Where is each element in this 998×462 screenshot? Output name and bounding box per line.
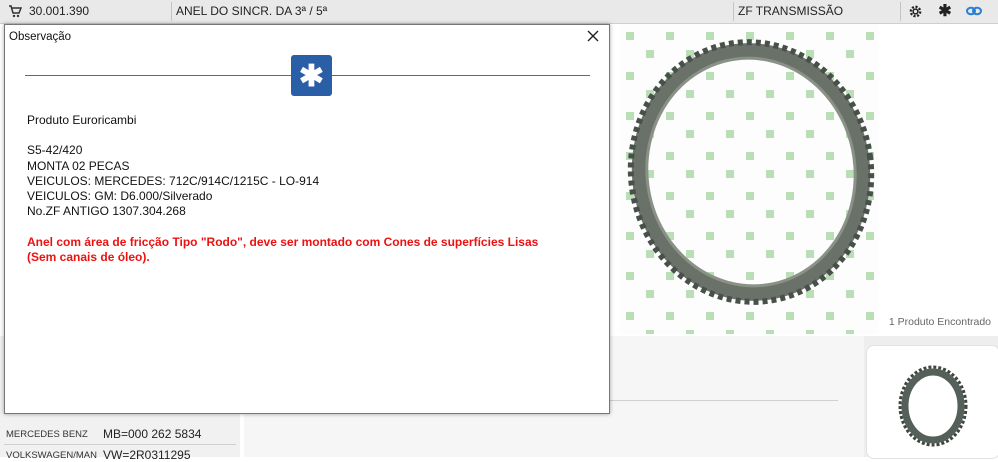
observation-line: S5-42/420 [27, 143, 83, 158]
list-item: MERCEDES BENZ MB=000 262 5834 [6, 427, 202, 441]
observation-line: VEICULOS: MERCEDES: 712C/914C/1215C - LO… [27, 173, 320, 188]
observation-text: Produto Euroricambi S5-42/420 MONTA 02 P… [27, 113, 557, 266]
close-button[interactable] [585, 28, 601, 46]
observation-line: VEICULOS: GM: D6.000/Silverado [27, 189, 213, 204]
observation-line: MONTA 02 PECAS [27, 158, 130, 173]
product-code: 30.001.390 [29, 4, 90, 18]
observation-dialog: Observação ✱ Produto Euroricambi S5-42/4… [4, 24, 610, 414]
close-icon [587, 30, 599, 42]
asterisk-icon[interactable]: ✱ [937, 4, 953, 20]
link-icon[interactable] [966, 4, 982, 20]
product-thumbnail[interactable] [866, 345, 998, 459]
product-description: ANEL DO SINCR. DA 3ª / 5ª [176, 4, 328, 18]
asterisk-icon: ✱ [291, 55, 332, 96]
product-header-bar: 30.001.390 ANEL DO SINCR. DA 3ª / 5ª ZF … [0, 0, 998, 24]
warning-text: Anel com área de fricção Tipo "Rodo", de… [27, 234, 539, 265]
product-brand: ZF TRANSMISSÃO [738, 4, 844, 18]
observation-line: Produto Euroricambi [27, 113, 137, 127]
dialog-title: Observação [9, 31, 72, 43]
list-item: VOLKSWAGEN/MAN VW=2R0311295 [6, 448, 191, 462]
results-count: 1 Produto Encontrado [888, 316, 991, 328]
product-image [620, 24, 879, 334]
cart-icon[interactable] [7, 4, 23, 20]
gear-icon[interactable] [907, 4, 923, 20]
observation-line: No.ZF ANTIGO 1307.304.268 [27, 204, 186, 219]
